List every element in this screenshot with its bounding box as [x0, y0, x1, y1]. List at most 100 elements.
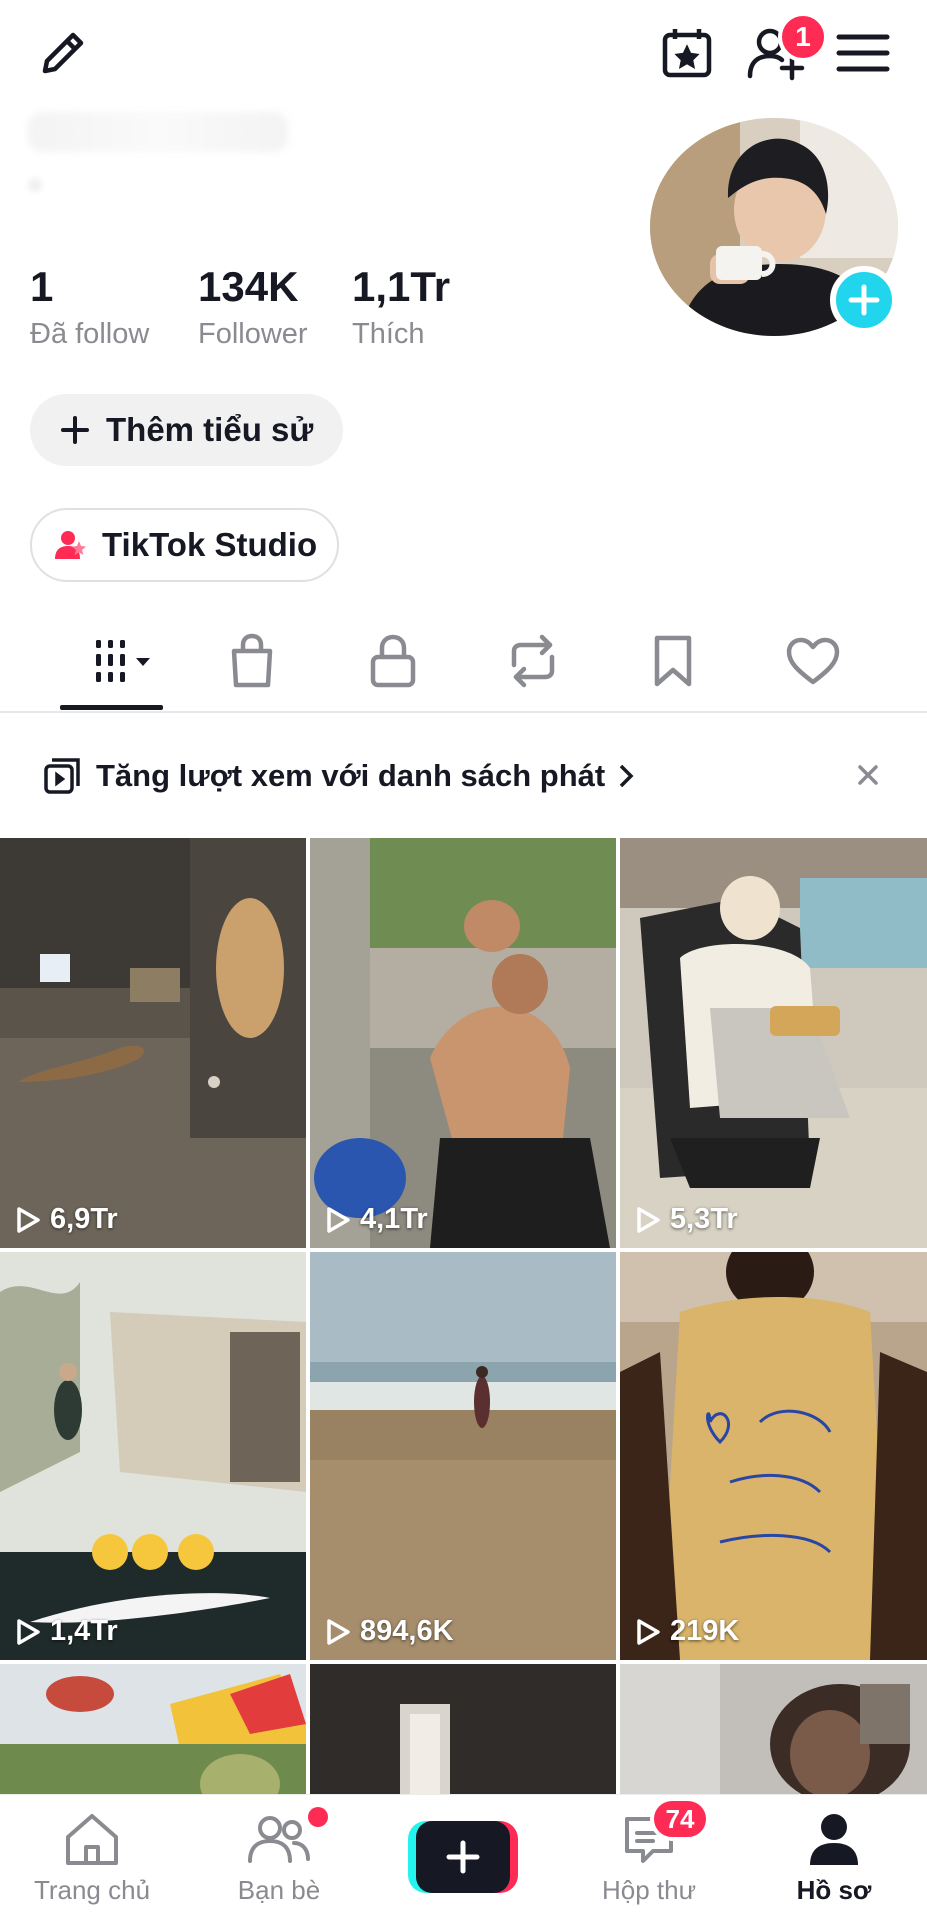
- stat-value: 1,1Tr: [352, 263, 451, 310]
- bookmark-icon: [654, 635, 692, 687]
- edit-profile-button[interactable]: [28, 18, 98, 88]
- view-count-text: 6,9Tr: [50, 1203, 118, 1235]
- menu-button[interactable]: [828, 18, 898, 88]
- video-thumbnail[interactable]: 6,9Tr: [0, 838, 306, 1248]
- play-icon: [327, 1618, 350, 1645]
- playlist-banner[interactable]: Tăng lượt xem với danh sách phát: [0, 713, 927, 838]
- view-count: 4,1Tr: [324, 1203, 428, 1236]
- add-avatar-button[interactable]: [830, 266, 898, 334]
- tab-private[interactable]: [348, 626, 438, 696]
- play-icon: [637, 1618, 660, 1645]
- add-friend-button[interactable]: 1: [740, 12, 828, 88]
- video-thumbnail[interactable]: 1,4Tr: [0, 1252, 306, 1660]
- nav-profile-label: Hồ sơ: [796, 1875, 872, 1905]
- stat-label: Đã follow: [30, 318, 150, 350]
- heart-icon: [786, 637, 840, 685]
- nav-profile[interactable]: Hồ sơ: [759, 1795, 909, 1920]
- video-thumbnail-image: [310, 1664, 616, 1794]
- play-icon: [17, 1206, 40, 1233]
- nav-create[interactable]: [388, 1795, 538, 1920]
- grid-icon: [96, 640, 150, 682]
- pencil-icon: [42, 32, 84, 74]
- studio-icon: [55, 531, 86, 559]
- studio-label: TikTok Studio: [102, 526, 318, 563]
- plus-icon: [446, 1840, 480, 1874]
- video-thumbnail[interactable]: [0, 1664, 306, 1794]
- create-button-core: [416, 1821, 510, 1893]
- profile-icon: [810, 1814, 858, 1865]
- plus-icon: [61, 416, 89, 444]
- friends-notification-dot: [308, 1807, 328, 1827]
- add-bio-label: Thêm tiểu sử: [106, 411, 314, 448]
- chevron-right-icon: [619, 764, 634, 787]
- video-thumbnail[interactable]: 219K: [620, 1252, 927, 1660]
- calendar-star-icon: [662, 29, 712, 78]
- stat-label: Follower: [198, 318, 308, 350]
- active-tab-indicator: [60, 705, 163, 710]
- friend-request-badge: 1: [778, 12, 828, 62]
- bottom-navigation: Trang chủ Bạn bè Hộp thư 74 Hồ sơ: [0, 1794, 927, 1920]
- view-count: 6,9Tr: [14, 1203, 118, 1236]
- stat-value: 134K: [198, 263, 299, 310]
- add-bio-button[interactable]: Thêm tiểu sử: [30, 394, 343, 466]
- tab-reposts[interactable]: [488, 626, 578, 696]
- nav-inbox-label: Hộp thư: [601, 1875, 696, 1905]
- view-count-text: 5,3Tr: [670, 1203, 738, 1235]
- home-icon: [66, 1814, 118, 1865]
- view-count: 1,4Tr: [14, 1615, 118, 1648]
- calendar-star-button[interactable]: [652, 18, 722, 88]
- inbox-badge: 74: [650, 1797, 710, 1841]
- play-icon: [327, 1206, 350, 1233]
- close-icon: [858, 765, 878, 785]
- view-count: 219K: [634, 1615, 739, 1648]
- lock-icon: [370, 634, 416, 688]
- hamburger-menu-icon: [836, 34, 890, 72]
- repost-icon: [511, 634, 555, 688]
- tab-liked[interactable]: [768, 626, 858, 696]
- playlist-icon: [44, 757, 80, 794]
- video-thumbnail-image: [620, 1252, 927, 1660]
- profile-name-blurred: [28, 112, 288, 152]
- nav-home[interactable]: Trang chủ: [17, 1795, 167, 1920]
- nav-inbox[interactable]: Hộp thư 74: [574, 1795, 724, 1920]
- stat-value: 1: [30, 263, 54, 310]
- nav-home-label: Trang chủ: [33, 1875, 151, 1905]
- plus-icon: [848, 284, 880, 316]
- tab-shop[interactable]: [207, 626, 297, 696]
- view-count: 5,3Tr: [634, 1203, 738, 1236]
- nav-friends-label: Bạn bè: [237, 1875, 321, 1905]
- video-thumbnail-image: [310, 838, 616, 1248]
- tiktok-studio-button[interactable]: TikTok Studio: [30, 508, 339, 582]
- view-count-text: 4,1Tr: [360, 1203, 428, 1235]
- stat-label: Thích: [352, 318, 425, 350]
- view-count-text: 1,4Tr: [50, 1615, 118, 1647]
- close-banner-button[interactable]: [846, 753, 890, 797]
- banner-text: Tăng lượt xem với danh sách phát: [96, 757, 606, 793]
- video-thumbnail[interactable]: [620, 1664, 927, 1794]
- play-icon: [17, 1618, 40, 1645]
- profile-handle-blurred: [28, 178, 42, 192]
- stat-following[interactable]: 1 Đã follow: [30, 262, 149, 354]
- play-icon: [637, 1206, 660, 1233]
- stat-likes[interactable]: 1,1Tr Thích: [352, 262, 450, 354]
- create-button: [408, 1821, 518, 1893]
- view-count-text: 894,6K: [360, 1615, 454, 1647]
- video-thumbnail-image: [620, 838, 927, 1248]
- video-thumbnail[interactable]: 5,3Tr: [620, 838, 927, 1248]
- video-thumbnail[interactable]: 4,1Tr: [310, 838, 616, 1248]
- tab-favorites[interactable]: [628, 626, 718, 696]
- view-count-text: 219K: [670, 1615, 740, 1647]
- friends-icon: [248, 1816, 310, 1863]
- video-thumbnail-image: [620, 1664, 927, 1794]
- video-thumbnail[interactable]: [310, 1664, 616, 1794]
- view-count: 894,6K: [324, 1615, 454, 1648]
- shopping-bag-icon: [231, 633, 273, 688]
- video-thumbnail-image: [310, 1252, 616, 1660]
- video-thumbnail[interactable]: 894,6K: [310, 1252, 616, 1660]
- tab-videos[interactable]: [68, 626, 168, 696]
- nav-friends[interactable]: Bạn bè: [204, 1795, 354, 1920]
- stat-followers[interactable]: 134K Follower: [198, 262, 308, 354]
- video-thumbnail-image: [0, 1664, 306, 1794]
- video-thumbnail-image: [0, 838, 306, 1248]
- video-thumbnail-image: [0, 1252, 306, 1660]
